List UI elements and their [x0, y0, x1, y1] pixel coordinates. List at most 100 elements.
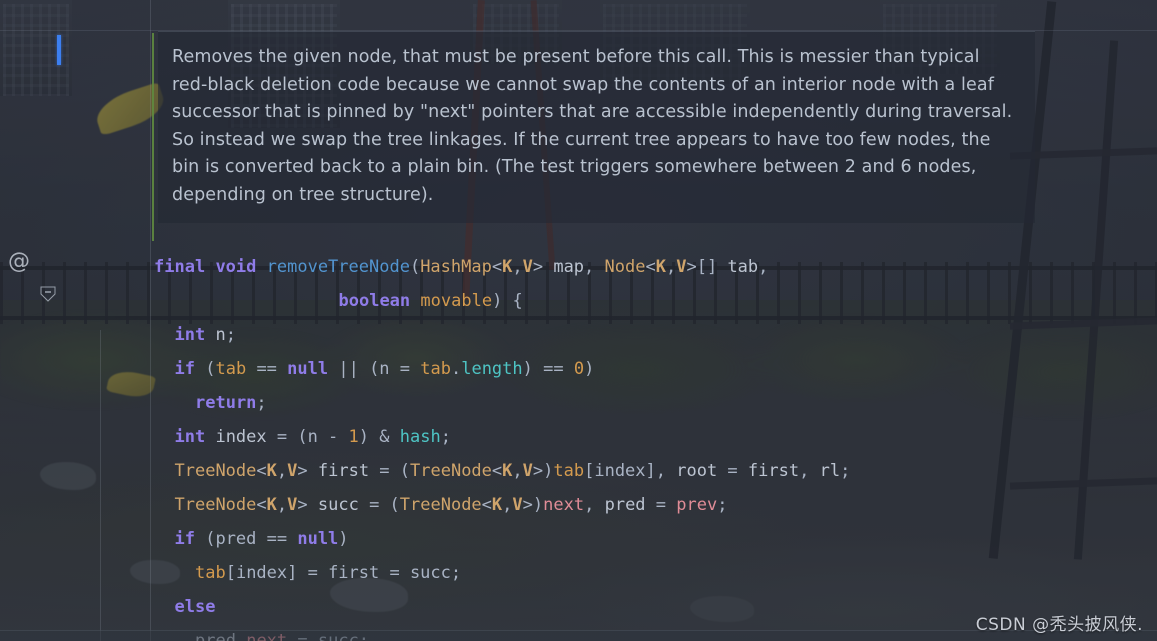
code-token: K: [502, 257, 513, 277]
code-token: int: [174, 325, 206, 345]
code-token: V: [287, 461, 298, 481]
screenshot-root: @ Removes the given node, that must be p…: [0, 0, 1157, 641]
code-token: next: [543, 495, 585, 515]
code-line[interactable]: int n;: [150, 318, 1157, 352]
code-token: prev: [676, 495, 718, 515]
code-line[interactable]: final void removeTreeNode(HashMap<K,V> m…: [150, 250, 1157, 284]
code-token: =: [717, 461, 748, 481]
code-token: TreeNode: [174, 461, 257, 481]
code-token: n: [205, 325, 226, 345]
code-token: >[]: [686, 257, 728, 277]
code-token: <: [256, 495, 267, 515]
code-token: length: [461, 359, 523, 379]
code-token: ,: [512, 257, 523, 277]
code-token: >: [297, 461, 318, 481]
code-token: (n =: [369, 359, 421, 379]
code-token: TreeNode: [174, 495, 257, 515]
code-token: (: [205, 359, 216, 379]
code-token: [index] = first = succ;: [225, 563, 462, 583]
code-token: (pred ==: [194, 529, 298, 549]
code-token: tab: [553, 461, 585, 481]
code-token: map: [543, 257, 585, 277]
code-line[interactable]: if (tab == null || (n = tab.length) == 0…: [150, 352, 1157, 386]
code-token: tab: [215, 359, 247, 379]
code-token: 0: [573, 359, 585, 379]
code-token: tab: [727, 257, 759, 277]
code-token: movable: [420, 291, 493, 311]
code-token: Node: [604, 257, 646, 277]
code-token: first: [747, 461, 800, 481]
code-token: V: [522, 461, 533, 481]
code-token: boolean: [338, 291, 411, 311]
code-line[interactable]: if (pred == null): [150, 522, 1157, 556]
code-token: ,: [758, 257, 769, 277]
code-token: ): [338, 529, 349, 549]
code-token: pred: [604, 495, 646, 515]
code-token: null: [287, 359, 329, 379]
code-line[interactable]: return;: [150, 386, 1157, 420]
code-line[interactable]: TreeNode<K,V> succ = (TreeNode<K,V>)next…: [150, 488, 1157, 522]
code-token: <: [491, 461, 503, 481]
code-token: = (: [369, 461, 411, 481]
code-token: >: [297, 495, 318, 515]
code-token: 1: [348, 427, 359, 447]
code-token: <: [256, 461, 267, 481]
code-token: = (: [358, 495, 400, 515]
code-token: <: [491, 257, 503, 277]
code-token: ||: [328, 359, 370, 379]
code-token: index: [205, 427, 267, 447]
code-token: ;: [717, 495, 728, 515]
code-token: [index],: [584, 461, 677, 481]
editor-gutter[interactable]: @: [0, 0, 150, 641]
code-token: = (n -: [266, 427, 349, 447]
code-editor-area[interactable]: final void removeTreeNode(HashMap<K,V> m…: [150, 250, 1157, 641]
vcs-change-marker[interactable]: [152, 33, 154, 241]
documentation-popup[interactable]: Removes the given node, that must be pre…: [158, 31, 1035, 223]
code-token: V: [676, 257, 687, 277]
code-token: K: [266, 495, 277, 515]
code-token: if: [174, 529, 195, 549]
code-token: K: [266, 461, 277, 481]
annotation-at-icon[interactable]: @: [6, 249, 32, 275]
code-token: <: [481, 495, 492, 515]
code-token: first: [317, 461, 370, 481]
code-token: >): [532, 461, 554, 481]
code-token: >: [532, 257, 544, 277]
code-token: ,: [584, 495, 605, 515]
editor-surface[interactable]: @ Removes the given node, that must be p…: [0, 0, 1157, 641]
documentation-text: Removes the given node, that must be pre…: [172, 47, 1013, 205]
code-token: void: [215, 257, 257, 277]
code-token: ==: [246, 359, 288, 379]
code-token: ,: [276, 461, 288, 481]
code-token: hash: [399, 427, 441, 447]
code-token: ,: [799, 461, 820, 481]
code-token: int: [174, 427, 206, 447]
code-line[interactable]: int index = (n - 1) & hash;: [150, 420, 1157, 454]
code-line[interactable]: boolean movable) {: [150, 284, 1157, 318]
code-token: if: [174, 359, 195, 379]
code-token: root: [676, 461, 718, 481]
code-token: ): [584, 359, 595, 379]
code-token: ,: [512, 461, 523, 481]
code-token: TreeNode: [399, 495, 482, 515]
code-line[interactable]: TreeNode<K,V> first = (TreeNode<K,V>)tab…: [150, 454, 1157, 488]
code-token: ,: [276, 495, 288, 515]
code-token: V: [522, 257, 533, 277]
code-line[interactable]: tab[index] = first = succ;: [150, 556, 1157, 590]
code-fold-marker-icon[interactable]: [40, 286, 56, 302]
code-token: V: [512, 495, 523, 515]
code-token: .: [450, 359, 462, 379]
code-token: tab: [420, 359, 451, 379]
code-token: succ: [317, 495, 359, 515]
code-token: tab: [195, 563, 226, 583]
code-token: >): [522, 495, 544, 515]
code-token: ) ==: [522, 359, 574, 379]
code-token: TreeNode: [410, 461, 492, 481]
code-token: ;: [225, 325, 236, 345]
code-token: (: [409, 257, 421, 277]
code-token: HashMap: [420, 257, 492, 277]
code-token: return: [195, 393, 257, 413]
code-token: K: [491, 495, 503, 515]
code-token: ;: [840, 461, 851, 481]
